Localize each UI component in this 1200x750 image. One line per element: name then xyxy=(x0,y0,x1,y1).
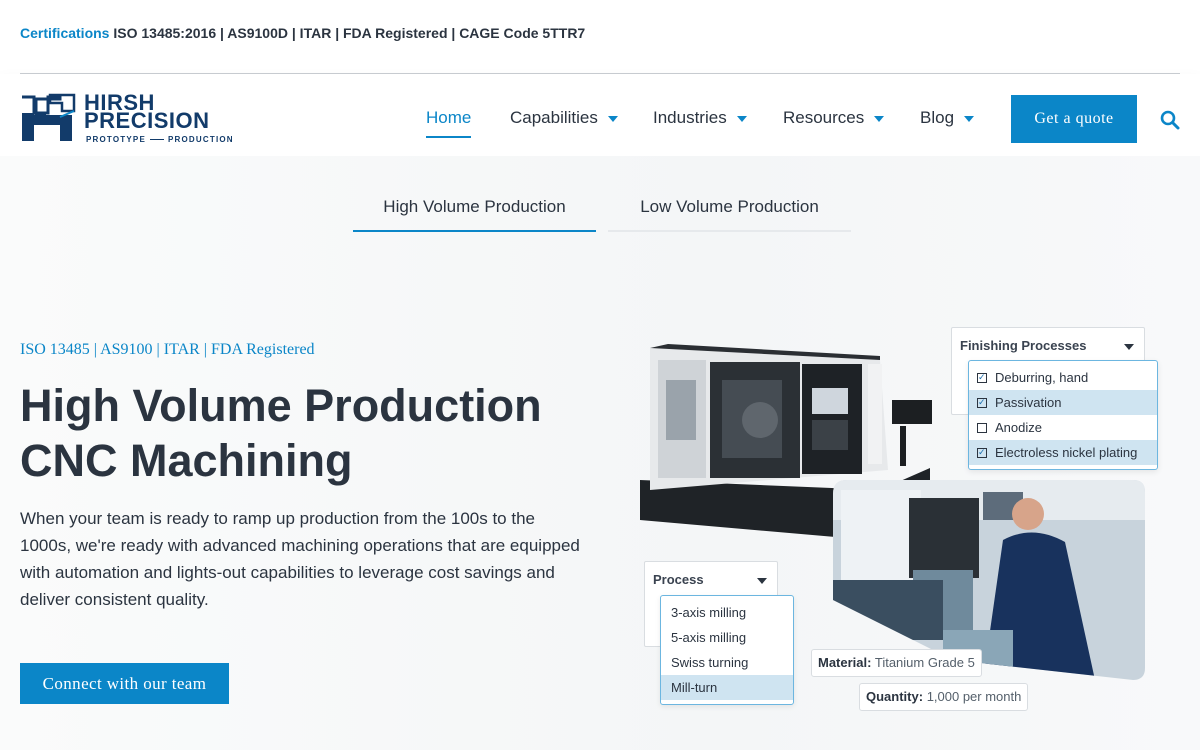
certification-bar: Certifications ISO 13485:2016 | AS9100D … xyxy=(20,0,1180,74)
brand-logo[interactable]: HIRSH PRECISION PROTOTYPE PRODUCTION xyxy=(20,91,240,145)
quantity-label: Quantity: xyxy=(866,689,924,704)
hero-eyebrow: ISO 13485 | AS9100 | ITAR | FDA Register… xyxy=(20,341,315,358)
finishing-processes-options: Deburring, hand Passivation Anodize Elec… xyxy=(968,360,1158,470)
certification-text: Certifications ISO 13485:2016 | AS9100D … xyxy=(20,25,585,41)
chevron-down-icon xyxy=(757,578,767,584)
nav-item-resources[interactable]: Resources xyxy=(783,108,885,128)
nav-item-home[interactable]: Home xyxy=(426,108,472,138)
process-option-5-axis[interactable]: 5-axis milling xyxy=(661,625,793,650)
main-header: HIRSH PRECISION PROTOTYPE PRODUCTION Home… xyxy=(0,74,1200,156)
process-options: 3-axis milling 5-axis milling Swiss turn… xyxy=(660,595,794,705)
checkbox-checked-icon xyxy=(977,448,987,458)
nav-item-label: Capabilities xyxy=(510,108,598,127)
chevron-down-icon xyxy=(736,115,747,122)
nav-item-label: Home xyxy=(426,108,472,127)
hero-description: When your team is ready to ramp up produ… xyxy=(20,509,580,609)
tagline-right: PRODUCTION xyxy=(168,135,234,144)
page-title: High Volume Production CNC Machining xyxy=(20,380,542,486)
finishing-option-deburring[interactable]: Deburring, hand xyxy=(969,365,1157,390)
nav-item-capabilities[interactable]: Capabilities xyxy=(510,108,618,128)
quantity-value: 1,000 per month xyxy=(926,689,1022,704)
logo-mark-icon xyxy=(22,93,76,141)
chevron-down-icon xyxy=(607,115,618,122)
brand-tagline: PROTOTYPE PRODUCTION xyxy=(86,135,234,144)
get-a-quote-button[interactable]: Get a quote xyxy=(1011,95,1137,143)
material-value: Titanium Grade 5 xyxy=(874,655,975,670)
process-label: Process xyxy=(653,572,704,587)
finishing-option-passivation[interactable]: Passivation xyxy=(969,390,1157,415)
tab-high-volume-production[interactable]: High Volume Production xyxy=(353,194,596,232)
nav-item-label: Blog xyxy=(920,108,955,127)
material-label: Material: xyxy=(818,655,872,670)
certification-label: Certifications xyxy=(20,25,110,41)
chevron-down-icon xyxy=(964,115,975,122)
tagline-left: PROTOTYPE xyxy=(86,135,146,144)
nav-item-industries[interactable]: Industries xyxy=(653,108,747,128)
quantity-chip: Quantity: 1,000 per month xyxy=(859,683,1029,711)
tab-low-volume-production[interactable]: Low Volume Production xyxy=(608,194,851,232)
checkbox-checked-icon xyxy=(977,398,987,408)
material-chip: Material: Titanium Grade 5 xyxy=(811,649,982,677)
process-option-swiss-turning[interactable]: Swiss turning xyxy=(661,650,793,675)
connect-with-team-button[interactable]: Connect with our team xyxy=(20,663,229,704)
search-icon[interactable] xyxy=(1160,110,1180,130)
finishing-option-anodize[interactable]: Anodize xyxy=(969,415,1157,440)
production-tabs: High Volume Production Low Volume Produc… xyxy=(353,194,853,232)
chevron-down-icon xyxy=(874,115,885,122)
checkbox-checked-icon xyxy=(977,373,987,383)
certification-list: ISO 13485:2016 | AS9100D | ITAR | FDA Re… xyxy=(113,25,586,41)
checkbox-empty-icon xyxy=(977,423,987,433)
nav-item-label: Resources xyxy=(783,108,865,127)
tagline-divider xyxy=(150,139,164,141)
finishing-option-electroless-nickel[interactable]: Electroless nickel plating xyxy=(969,440,1157,465)
nav-item-blog[interactable]: Blog xyxy=(920,108,975,128)
nav-item-label: Industries xyxy=(653,108,727,127)
process-option-3-axis[interactable]: 3-axis milling xyxy=(661,600,793,625)
finishing-processes-label: Finishing Processes xyxy=(960,338,1087,353)
brand-name-line2: PRECISION xyxy=(84,108,210,133)
process-option-mill-turn[interactable]: Mill-turn xyxy=(661,675,793,700)
chevron-down-icon xyxy=(1124,344,1134,350)
